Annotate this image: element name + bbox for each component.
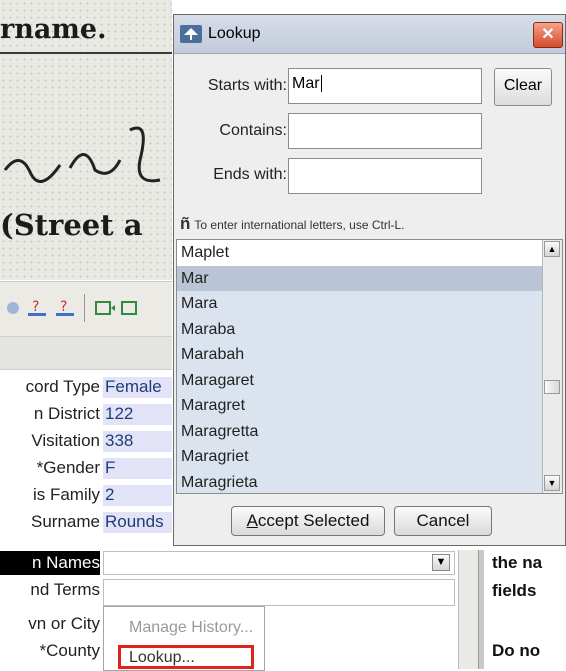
terms-label: nd Terms — [30, 580, 100, 599]
district-field[interactable]: 122 — [103, 404, 172, 425]
ends-with-label: Ends with: — [213, 166, 287, 183]
district-label: n District — [33, 404, 100, 423]
lookup-item[interactable]: Lookup... — [129, 649, 195, 667]
insert-row-alt-icon[interactable] — [120, 297, 142, 319]
list-item[interactable]: Marabah — [177, 342, 543, 368]
combobox-dropdown-menu: Manage History... Lookup... — [103, 606, 265, 671]
intl-hint: ñ To enter international letters, use Ctr… — [180, 214, 405, 234]
dialog-titlebar[interactable]: Lookup ✕ — [174, 15, 565, 54]
scroll-down-icon[interactable]: ▼ — [544, 475, 560, 491]
dialog-title: Lookup — [208, 25, 261, 42]
instruction-line-2: fields — [492, 581, 537, 600]
nav-left-icon[interactable] — [2, 297, 24, 319]
manage-history-item[interactable]: Manage History... — [129, 619, 253, 637]
list-item[interactable]: Maragrieta — [177, 470, 543, 494]
scroll-up-icon[interactable]: ▲ — [544, 241, 560, 257]
terms-field[interactable] — [103, 579, 455, 606]
list-item[interactable]: Maragret — [177, 393, 543, 419]
scroll-thumb[interactable] — [544, 380, 560, 394]
surname-field[interactable]: Rounds — [103, 512, 172, 533]
list-item[interactable]: Mara — [177, 291, 543, 317]
app-tree-icon — [180, 25, 202, 43]
contains-input[interactable] — [288, 113, 482, 149]
starts-with-input[interactable]: Mar — [288, 68, 482, 104]
svg-text:?: ? — [60, 299, 67, 315]
instructions-pane: the na fields Do no — [484, 550, 566, 669]
record-type-field[interactable]: Female — [103, 377, 172, 398]
list-item[interactable]: Maragretta — [177, 419, 543, 445]
name-list[interactable]: Maplet Mar Mara Maraba Marabah Maragaret… — [176, 239, 563, 494]
section-band — [0, 336, 172, 370]
list-item[interactable]: Maragaret — [177, 368, 543, 394]
given-names-label: n Names — [31, 553, 100, 572]
form-scrollbar[interactable] — [458, 550, 479, 669]
family-label: is Family — [32, 485, 100, 504]
insert-row-icon[interactable] — [94, 297, 116, 319]
intl-hint-text: To enter international letters, use Ctrl… — [194, 218, 405, 232]
doc-handwriting — [3, 126, 161, 183]
starts-with-value: Mar — [292, 75, 320, 92]
help-lookup-alt-icon[interactable]: ? — [54, 297, 76, 319]
clear-button[interactable]: Clear — [494, 68, 552, 106]
toolbar-divider — [84, 294, 85, 322]
lookup-dialog: Lookup ✕ Starts with: Mar Clear Contains… — [173, 14, 566, 546]
gender-label: *Gender — [36, 458, 100, 477]
list-item-selected[interactable]: Mar — [177, 265, 543, 291]
list-item[interactable]: Maplet — [177, 240, 543, 266]
help-lookup-icon[interactable]: ? — [26, 297, 48, 319]
family-field[interactable]: 2 — [103, 485, 172, 506]
instruction-line-4: Do no — [492, 641, 541, 660]
cancel-button[interactable]: Cancel — [394, 506, 492, 536]
gender-field[interactable]: F — [103, 458, 172, 479]
town-label: vn or City — [28, 614, 100, 633]
keyboard-n-tilde-icon: ñ — [180, 214, 191, 233]
instruction-line-1: the na — [492, 553, 543, 572]
list-item[interactable]: Maragriet — [177, 444, 543, 470]
county-label: *County — [39, 641, 100, 660]
visitation-field[interactable]: 338 — [103, 431, 172, 452]
doc-heading-fragment: rname. — [0, 14, 107, 45]
accept-selected-button[interactable]: Accept Selected — [231, 506, 385, 536]
doc-rule — [0, 52, 172, 54]
text-cursor — [320, 75, 322, 92]
contains-label: Contains: — [219, 122, 287, 139]
toolbar: ? ? — [0, 281, 172, 337]
list-item[interactable]: Maraba — [177, 317, 543, 343]
close-button[interactable]: ✕ — [533, 22, 563, 48]
chevron-down-icon[interactable]: ▼ — [432, 554, 450, 571]
svg-text:?: ? — [32, 299, 39, 315]
surname-label: Surname — [31, 512, 100, 531]
visitation-label: Visitation — [31, 431, 100, 450]
ends-with-input[interactable] — [288, 158, 482, 194]
doc-street-fragment: (Street a — [0, 208, 143, 242]
accept-selected-label: Accept Selected — [246, 511, 370, 530]
list-scrollbar[interactable]: ▲ ▼ — [542, 240, 562, 493]
document-image: rname. (Street a — [0, 0, 172, 280]
starts-with-label: Starts with: — [207, 77, 287, 94]
record-type-label: cord Type — [25, 377, 100, 396]
given-names-combobox[interactable] — [103, 551, 455, 575]
close-icon: ✕ — [541, 26, 555, 43]
